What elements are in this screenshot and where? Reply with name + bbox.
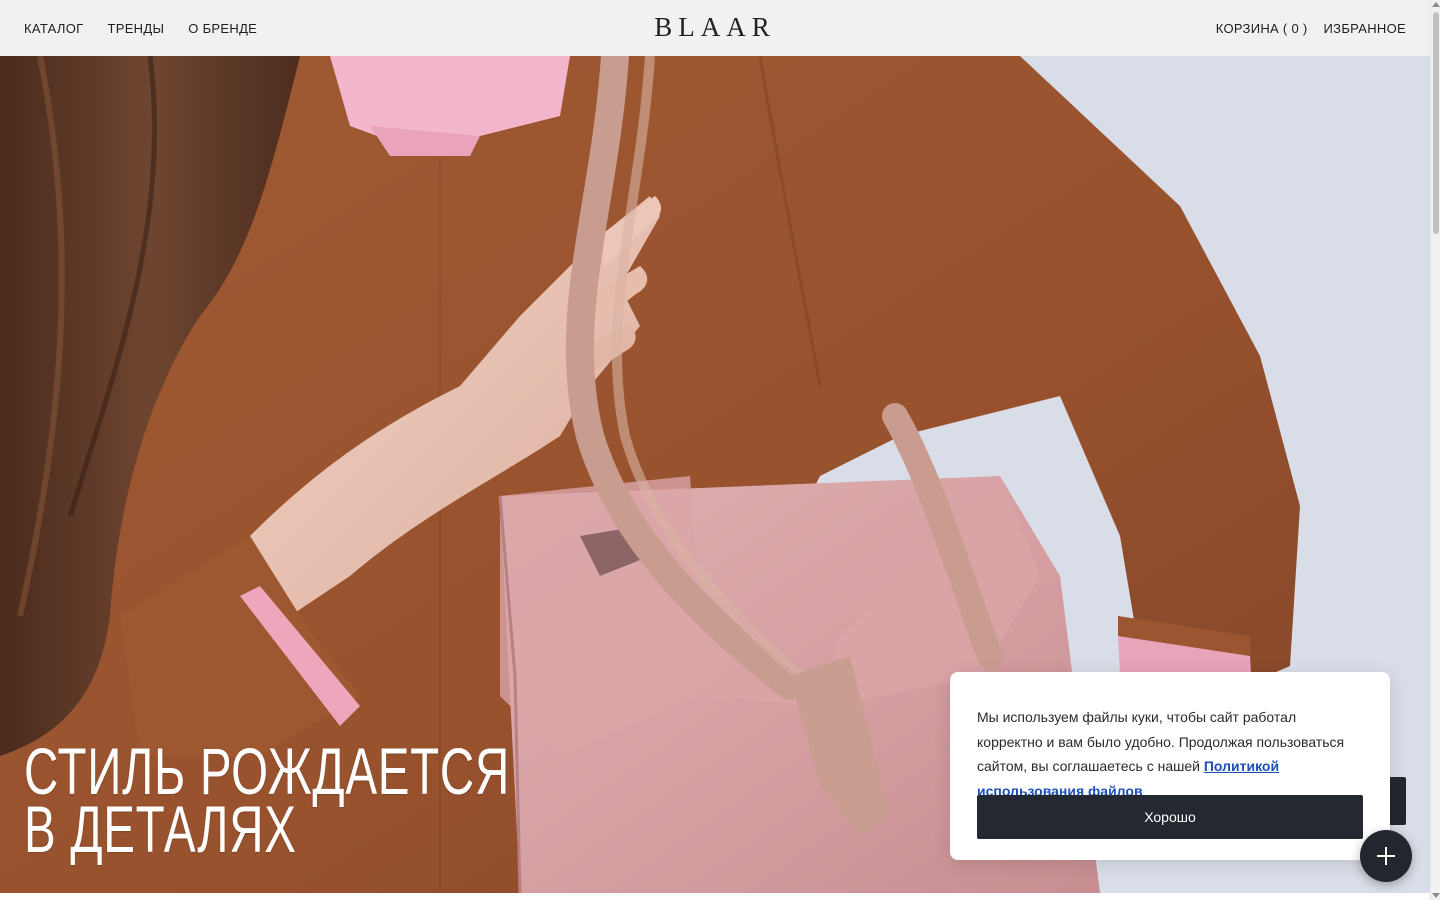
main-nav: КАТАЛОГ ТРЕНДЫ О БРЕНДЕ: [24, 0, 257, 56]
nav-trends[interactable]: ТРЕНДЫ: [107, 21, 164, 36]
cookie-accept-button[interactable]: Хорошо: [977, 795, 1363, 839]
hero-title-line-2: В ДЕТАЛЯХ: [24, 792, 297, 866]
cart-link[interactable]: КОРЗИНА ( 0 ): [1216, 21, 1308, 36]
cookie-consent-banner: Мы используем файлы куки, чтобы сайт раб…: [950, 672, 1390, 860]
cookie-text: Мы используем файлы куки, чтобы сайт раб…: [977, 705, 1363, 803]
floating-action-button[interactable]: [1360, 830, 1412, 882]
page-bottom-strip: [0, 893, 1430, 900]
favorites-link[interactable]: ИЗБРАННОЕ: [1324, 21, 1406, 36]
nav-catalog[interactable]: КАТАЛОГ: [24, 21, 83, 36]
brand-logo[interactable]: BLAAR: [654, 12, 776, 43]
page-scrollbar[interactable]: [1430, 0, 1440, 900]
cookie-message: Мы используем файлы куки, чтобы сайт раб…: [977, 709, 1345, 774]
scroll-down-arrow-icon[interactable]: [1432, 893, 1440, 898]
user-nav: КОРЗИНА ( 0 ) ИЗБРАННОЕ: [1216, 0, 1406, 56]
site-header: КАТАЛОГ ТРЕНДЫ О БРЕНДЕ BLAAR КОРЗИНА ( …: [0, 0, 1430, 56]
hero-title: СТИЛЬ РОЖДАЕТСЯ В ДЕТАЛЯХ: [24, 738, 510, 866]
plus-icon: [1377, 847, 1395, 865]
scroll-up-arrow-icon[interactable]: [1432, 2, 1440, 7]
scrollbar-thumb[interactable]: [1433, 12, 1439, 234]
nav-about-brand[interactable]: О БРЕНДЕ: [188, 21, 257, 36]
